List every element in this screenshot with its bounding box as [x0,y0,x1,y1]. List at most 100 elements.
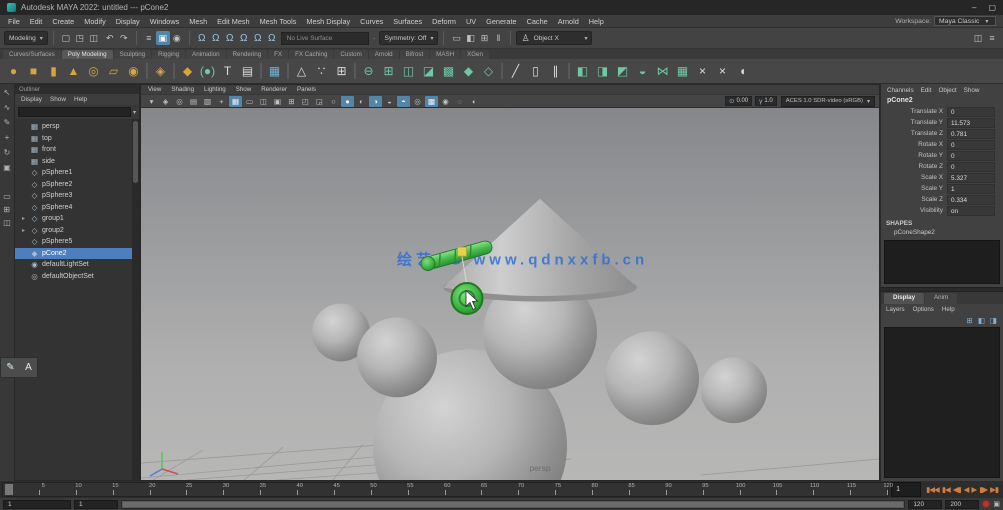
step-back-frame-button[interactable]: ▮◀ [942,486,951,494]
channel-label[interactable]: Rotate Z [881,163,943,170]
channel-box-menu-item[interactable]: Object [938,87,956,94]
separate-icon[interactable]: ◫ [399,62,418,81]
expand-caret-icon[interactable]: ▸ [20,215,27,222]
shelf-tab[interactable]: Arnold [368,50,399,59]
bookmarks-icon[interactable]: ▤ [187,96,200,107]
resolution-gate-icon[interactable]: ◫ [257,96,270,107]
scene-3d[interactable]: 绘艺CG www.qdnxxfb.cn persp [141,108,879,480]
channel-label[interactable]: Translate X [881,108,943,115]
undo-icon[interactable]: ↶ [103,31,117,45]
isolate-select-icon[interactable]: ◌ [453,96,466,107]
search-input[interactable] [18,107,131,117]
polygon-cylinder-icon[interactable]: ▮ [44,62,63,81]
go-to-start-button[interactable]: ▮◀◀ [926,486,940,494]
channel-value-field[interactable]: on [947,205,995,216]
film-gate-icon[interactable]: ▭ [243,96,256,107]
channel-label[interactable]: Rotate Y [881,152,943,159]
menu-item[interactable]: Generate [481,17,521,26]
multisample-aa-icon[interactable]: ▩ [425,95,438,107]
channel-label[interactable]: Scale Y [881,185,943,192]
play-backwards-button[interactable]: ◀ [964,486,970,494]
channel-box-menu-item[interactable]: Channels [887,87,914,94]
minimize-icon[interactable]: – [972,3,976,12]
list-item[interactable]: ◎ defaultObjectSet [15,271,139,283]
shelf-tab[interactable]: Rendering [226,50,268,59]
manipulator-center-handle[interactable] [457,246,467,257]
menu-item[interactable]: Edit [25,17,48,26]
layer-editor-tab[interactable]: Display [884,293,925,304]
animation-end-field[interactable]: 200 [945,499,980,509]
maximize-icon[interactable]: ▢ [988,3,996,12]
list-item[interactable]: ▦ front [15,144,139,156]
channel-value-field[interactable]: 0 [947,106,995,117]
menu-item[interactable]: Mesh Tools [255,17,302,26]
snap-to-grid-icon[interactable]: Ω [195,31,209,45]
type-tool-icon[interactable]: T [218,62,237,81]
list-item[interactable]: ▦ side [15,156,139,168]
remesh-icon[interactable]: ▦ [673,62,692,81]
separator[interactable] [287,63,289,79]
list-item[interactable]: ◇ pSphere1 [15,167,139,179]
snowman-right-arm-sphere[interactable] [605,331,699,426]
snap-to-view-plane-icon[interactable]: Ω [251,31,265,45]
bridge-icon[interactable]: ◇ [479,62,498,81]
live-surface-field[interactable]: No Live Surface [280,31,369,45]
ipr-render-icon[interactable]: ◧ [463,31,477,45]
separator[interactable] [354,63,356,79]
two-d-pan-zoom-icon[interactable]: + [215,96,228,107]
shelf-tab[interactable]: Bifrost [399,50,430,59]
step-back-key-button[interactable]: ◀▮ [953,486,962,494]
channel-label[interactable]: Translate Z [881,130,943,137]
menu-item[interactable]: Modify [79,17,111,26]
redo-icon[interactable]: ↷ [117,31,131,45]
list-item[interactable]: ◇ pSphere5 [15,236,139,248]
animation-start-field[interactable]: 1 [3,499,71,509]
particle-icon[interactable]: ∵ [312,62,331,81]
delete-edge-icon[interactable]: × [693,62,712,81]
xray-icon[interactable]: ◖ [467,96,480,107]
smooth-icon[interactable]: ▩ [439,62,458,81]
select-component-icon[interactable]: ◉ [170,31,184,45]
workspace-dropdown[interactable]: Maya Classic ▾ [934,16,996,26]
menu-item[interactable]: Display [111,17,145,26]
depth-of-field-icon[interactable]: ◉ [439,96,452,107]
separator[interactable] [146,63,148,79]
snap-to-curve-icon[interactable]: Ω [209,31,223,45]
wireframe-icon[interactable]: ○ [327,96,340,107]
range-slider-bar[interactable] [121,499,906,509]
menu-item[interactable]: Edit Mesh [212,17,254,26]
quad-draw-icon[interactable]: ◧ [573,62,592,81]
channel-box-icon[interactable]: ≡ [985,31,999,45]
menu-item[interactable]: File [3,17,25,26]
sphere-project-icon[interactable]: (●) [198,62,217,81]
sculpt-mesh-icon[interactable]: ◒ [633,62,652,81]
polygon-cone-icon[interactable]: ▲ [64,62,83,81]
menu-set-dropdown[interactable]: Modeling ▾ [4,31,48,45]
menu-item[interactable]: Help [584,17,609,26]
layer-editor-tab[interactable]: Anim [925,293,958,304]
new-layer-from-selected-icon[interactable]: ◧ [978,316,985,325]
menu-item[interactable]: Mesh [184,17,212,26]
svg-tool-icon[interactable]: ▤ [238,62,257,81]
sculpt-tool-icon[interactable]: ◈ [151,62,170,81]
paint-brush-icon[interactable]: ✎ [6,362,14,373]
platonic-solid-icon[interactable]: ◆ [178,62,197,81]
range-slider-handle[interactable] [123,501,904,507]
shelf-tab[interactable]: Curves/Surfaces [3,50,61,59]
viewport-menu-item[interactable]: Show [236,86,251,93]
select-hierarchy-icon[interactable]: ≡ [142,31,156,45]
filter-dropdown-icon[interactable]: ▾ [133,109,136,116]
viewport-canvas[interactable]: 绘艺CG www.qdnxxfb.cn persp [141,108,879,480]
motion-blur-icon[interactable]: ◎ [411,96,424,107]
save-scene-icon[interactable]: ◫ [87,31,101,45]
gamma-field[interactable]: γ 1.0 [755,96,777,106]
channel-value-field[interactable]: 0.334 [947,194,995,205]
list-item[interactable]: ◉ defaultLightSet [15,259,139,271]
single-view-layout-icon[interactable]: ▭ [3,193,11,201]
construction-plane-icon[interactable]: △ [292,62,311,81]
new-empty-layer-icon[interactable]: ⊞ [967,316,973,325]
polygon-sphere-icon[interactable]: ● [4,62,23,81]
paint-select-tool-icon[interactable]: ✎ [4,119,11,127]
channel-value-field[interactable]: 5.327 [947,172,995,183]
move-tool-icon[interactable]: + [5,134,10,142]
